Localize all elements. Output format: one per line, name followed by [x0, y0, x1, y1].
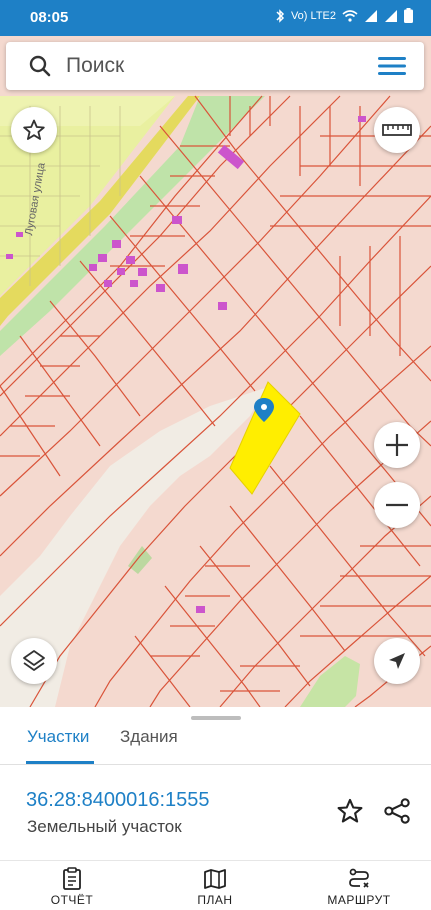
status-time: 08:05 [30, 9, 69, 26]
favorites-button[interactable] [11, 107, 57, 153]
nav-report[interactable]: ОТЧЁТ [22, 867, 122, 907]
zoom-in-button[interactable] [374, 422, 420, 468]
ruler-button[interactable] [374, 107, 420, 153]
layers-button[interactable] [11, 638, 57, 684]
screen: 08:05 Vo) LTE2 Луговая улица Поиск Участ… [0, 0, 431, 910]
bottom-navigation: ОТЧЁТ ПЛАН МАРШРУТ [0, 860, 431, 910]
wifi-icon [342, 9, 358, 22]
report-icon [63, 867, 81, 890]
status-icons: Vo) LTE2 [275, 8, 413, 23]
volte-icon: Vo) LTE2 [290, 9, 336, 22]
zoom-out-button[interactable] [374, 482, 420, 528]
route-icon [349, 868, 369, 888]
nav-plan[interactable]: ПЛАН [165, 867, 265, 907]
parcel-type: Земельный участок [27, 817, 182, 836]
share-icon[interactable] [383, 797, 411, 825]
map-plan-icon [204, 869, 226, 889]
tabs-divider [0, 764, 431, 765]
navigation-arrow-icon [389, 653, 405, 669]
tab-buildings[interactable]: Здания [120, 727, 178, 747]
sheet-drag-handle[interactable] [191, 716, 241, 720]
search-bar[interactable] [6, 42, 424, 90]
nav-route[interactable]: МАРШРУТ [309, 867, 409, 907]
ruler-icon [382, 124, 412, 136]
map-canvas[interactable]: Луговая улица [0, 36, 431, 707]
search-input[interactable] [66, 50, 356, 82]
nav-route-label: МАРШРУТ [327, 893, 391, 907]
bluetooth-icon [276, 8, 285, 23]
star-icon [23, 119, 45, 140]
signal-icon [385, 9, 397, 22]
status-bar: 08:05 Vo) LTE2 [0, 0, 431, 36]
parcel-cadastral-number[interactable]: 36:28:8400016:1555 [26, 789, 210, 812]
nav-report-label: ОТЧЁТ [50, 893, 94, 907]
search-icon[interactable] [28, 54, 52, 78]
battery-icon [404, 8, 413, 23]
layers-icon [23, 650, 45, 671]
tab-parcels[interactable]: Участки [27, 727, 89, 747]
minus-icon [386, 503, 408, 507]
cadastral-map[interactable]: Луговая улица [0, 36, 431, 707]
menu-icon[interactable] [378, 54, 406, 78]
star-icon[interactable] [336, 797, 364, 825]
plus-icon [386, 434, 408, 456]
my-location-button[interactable] [374, 638, 420, 684]
nav-plan-label: ПЛАН [197, 893, 233, 907]
signal-icon [365, 9, 377, 22]
